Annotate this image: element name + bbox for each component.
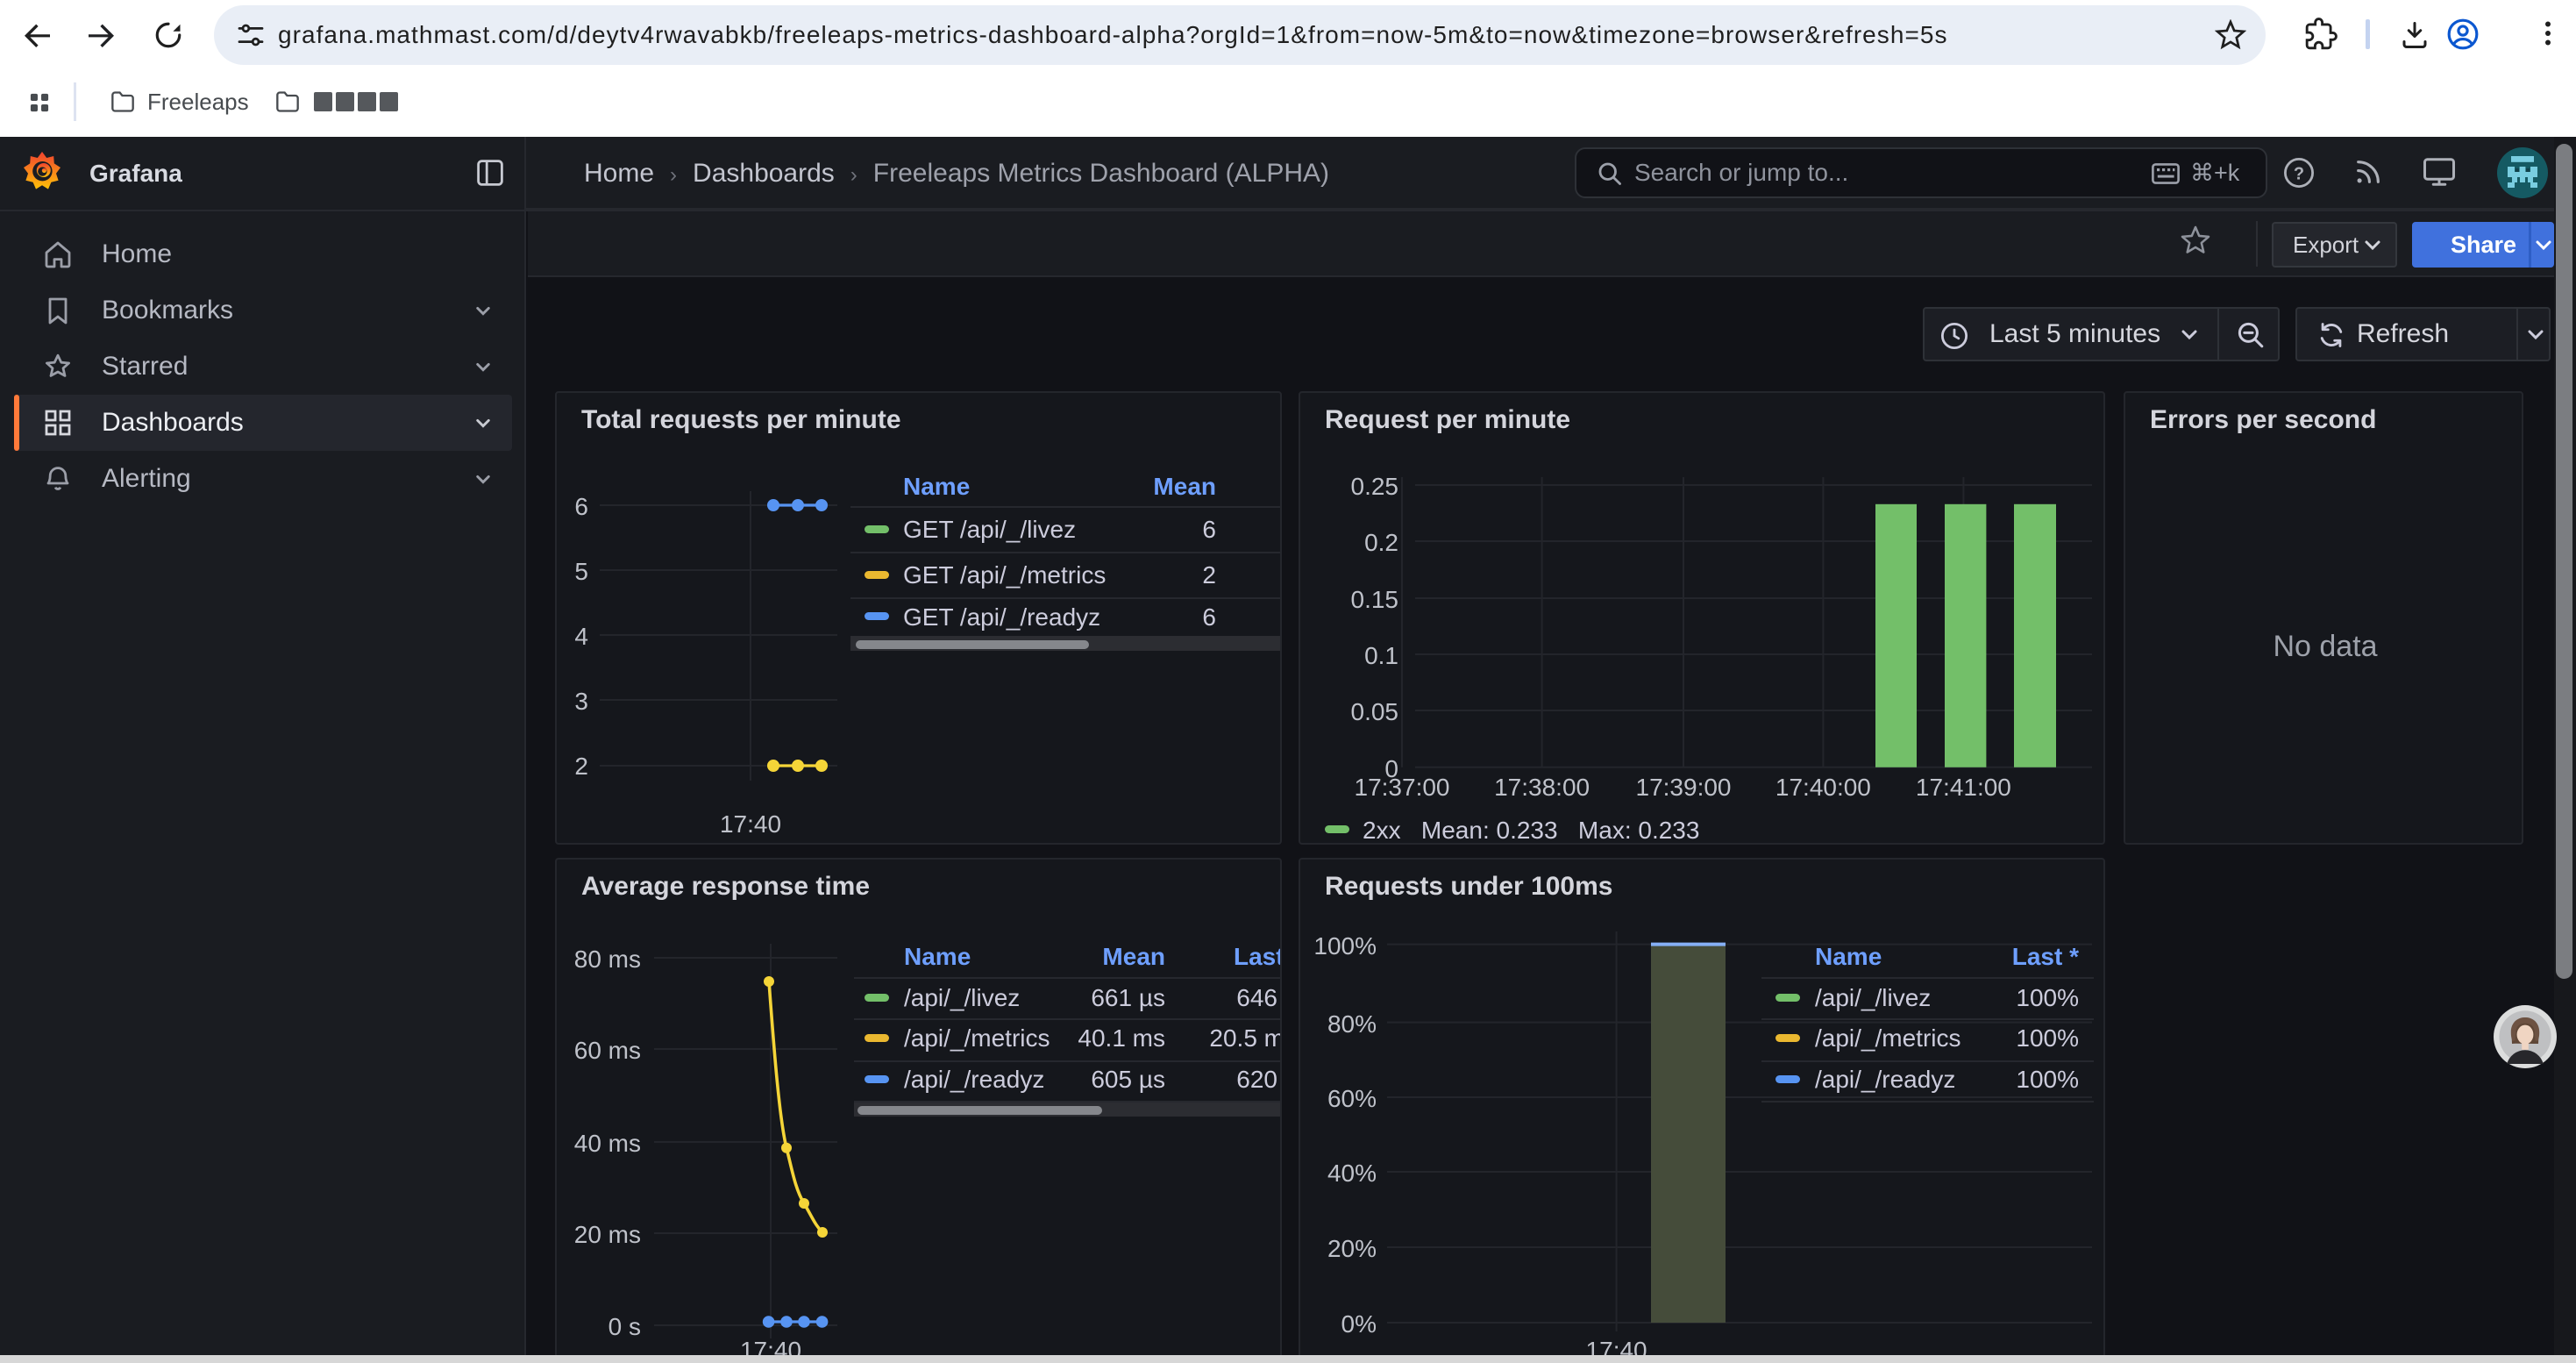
svg-text:?: ? [2294,164,2304,183]
